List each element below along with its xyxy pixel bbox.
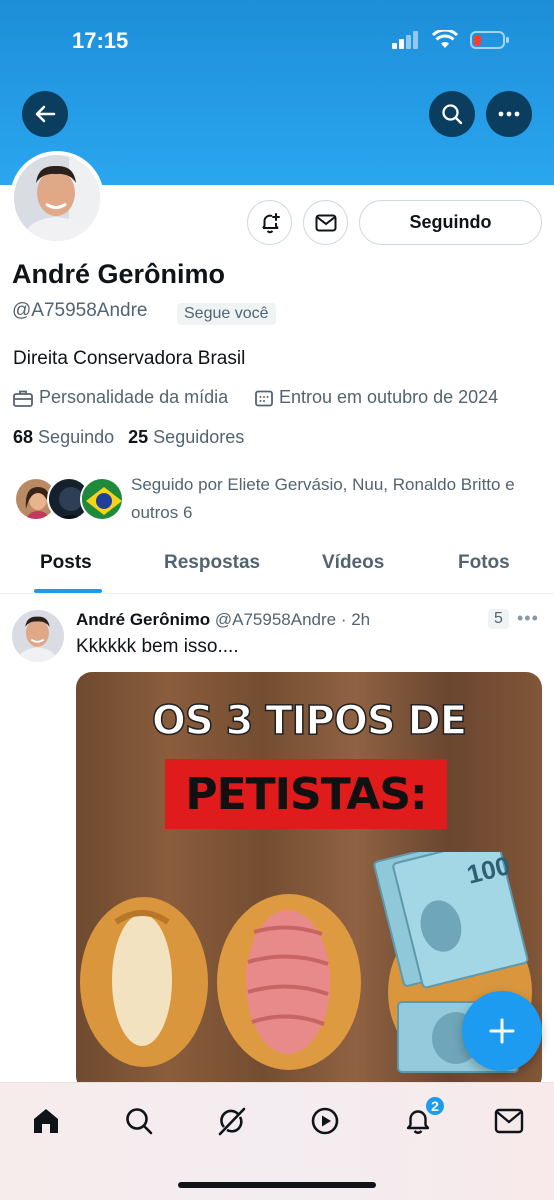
tab-posts[interactable]: Posts	[40, 552, 92, 574]
notification-badge: 2	[424, 1095, 446, 1117]
status-time: 17:15	[72, 28, 129, 53]
nav-videos[interactable]	[307, 1103, 343, 1139]
nav-home[interactable]	[28, 1103, 64, 1139]
media-title-line1: OS 3 TIPOS DE	[151, 697, 468, 745]
category-label: Personalidade da mídia	[39, 387, 229, 407]
home-icon	[34, 1109, 58, 1133]
signal-icon	[392, 31, 418, 49]
more-options-button[interactable]	[486, 91, 532, 137]
envelope-icon	[494, 1108, 524, 1134]
wifi-icon	[432, 30, 458, 48]
post-count-badge: 5	[488, 609, 509, 629]
profile-category: Personalidade da mídia	[13, 387, 228, 408]
post-author-avatar[interactable]	[12, 610, 64, 662]
profile-name: André Gerônimo	[12, 259, 226, 289]
profile-handle: @A75958Andre	[12, 300, 148, 321]
post-author-handle: @A75958Andre	[214, 610, 337, 629]
arrow-left-icon	[35, 105, 56, 123]
bell-plus-icon	[261, 212, 280, 233]
profile-tabs: Posts Respostas Vídeos Fotos	[0, 538, 554, 594]
grok-icon	[218, 1107, 246, 1136]
message-button[interactable]	[303, 200, 348, 245]
tab-videos[interactable]: Vídeos	[322, 552, 384, 574]
avatar-photo	[14, 155, 100, 241]
back-button[interactable]	[22, 91, 68, 137]
profile-banner: 17:15	[0, 0, 554, 185]
post-more-icon[interactable]: •••	[517, 608, 539, 629]
notify-button[interactable]	[247, 200, 292, 245]
post-time: · 2h	[340, 610, 371, 629]
followers-count: 25	[128, 427, 149, 447]
followers-count-link[interactable]: 25 Seguidores	[128, 427, 244, 448]
profile-avatar[interactable]	[10, 151, 104, 245]
envelope-icon	[315, 214, 336, 231]
profile-joined: Entrou em outubro de 2024	[255, 387, 498, 408]
following-count-link[interactable]: 68 Seguindo	[13, 427, 114, 448]
follow-counts: 68 Seguindo 25 Seguidores	[13, 427, 244, 448]
media-title-line2: PETISTAS:	[185, 768, 427, 820]
joined-label: Entrou em outubro de 2024	[279, 387, 499, 407]
post-text: Kkkkkk bem isso....	[76, 636, 239, 657]
tab-replies[interactable]: Respostas	[164, 552, 260, 574]
plus-icon	[489, 1018, 515, 1044]
more-dots-icon	[498, 111, 520, 117]
search-button[interactable]	[429, 91, 475, 137]
nav-search[interactable]	[121, 1103, 157, 1139]
followers-label: Seguidores	[153, 427, 245, 447]
nav-messages[interactable]	[491, 1103, 527, 1139]
compose-button[interactable]	[462, 991, 542, 1071]
home-indicator	[178, 1182, 376, 1188]
post-header: André Gerônimo @A75958Andre · 2h	[76, 610, 370, 630]
tab-photos[interactable]: Fotos	[458, 552, 510, 574]
nav-grok[interactable]	[214, 1103, 250, 1139]
video-play-icon	[311, 1107, 339, 1135]
following-count: 68	[13, 427, 34, 447]
follows-you-badge: Segue você	[177, 303, 276, 325]
follower-avatar	[80, 477, 124, 521]
search-icon	[126, 1108, 153, 1135]
briefcase-icon	[13, 390, 33, 407]
media-banner: PETISTAS:	[165, 759, 447, 829]
status-icons	[392, 30, 510, 50]
battery-icon	[470, 31, 509, 49]
post-author-name[interactable]: André Gerônimo	[76, 610, 210, 629]
profile-bio: Direita Conservadora Brasil	[13, 348, 246, 369]
calendar-icon	[255, 390, 273, 406]
following-label: Seguindo	[38, 427, 115, 447]
active-tab-indicator	[34, 589, 102, 593]
followed-by-text[interactable]: Seguido por Eliete Gervásio, Nuu, Ronald…	[131, 471, 541, 527]
following-button[interactable]: Seguindo	[359, 200, 542, 245]
search-icon	[442, 104, 463, 125]
